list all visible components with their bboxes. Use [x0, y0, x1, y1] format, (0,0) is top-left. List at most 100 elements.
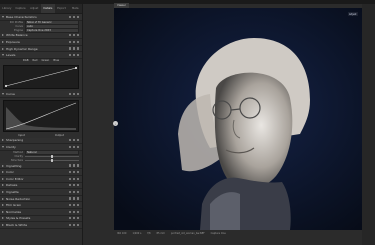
collapse-icon: [2, 217, 4, 220]
section-sharpening[interactable]: Sharpening: [0, 137, 82, 145]
field-label: ICC Profile: [9, 21, 23, 25]
section-color[interactable]: Color: [0, 169, 82, 176]
section-title: Film Grain: [6, 203, 22, 208]
collapse-icon: [2, 184, 4, 187]
section-title: White Balance: [6, 33, 28, 38]
section-title: Styles & Presets: [6, 216, 31, 221]
collapse-panel-button[interactable]: ‹: [113, 121, 118, 126]
tab-meta[interactable]: Meta: [68, 4, 82, 13]
section-title: Exposure: [6, 39, 20, 44]
status-focal: 85 mm: [156, 231, 165, 235]
section-tools: [69, 177, 79, 180]
section-tools: [69, 47, 79, 50]
levels-tab-green[interactable]: Green: [41, 59, 49, 62]
curve-graph[interactable]: [3, 99, 79, 132]
collapse-icon: [2, 139, 4, 142]
section-title: Levels: [6, 53, 16, 58]
status-app: Capture One: [210, 231, 226, 235]
section-tools: [69, 145, 79, 148]
section-hdr[interactable]: High Dynamic Range: [0, 45, 82, 53]
collapse-icon: [2, 197, 4, 200]
section-tools: [69, 217, 79, 220]
section-film-grain[interactable]: Film Grain: [0, 202, 82, 209]
section-styles[interactable]: Styles & Presets: [0, 215, 82, 223]
section-title: Sharpening: [6, 138, 24, 143]
section-exposure[interactable]: Exposure: [0, 39, 82, 46]
slider-track: [25, 159, 79, 163]
section-base[interactable]: Base Characteristics: [0, 14, 82, 21]
section-color-editor[interactable]: Color Editor: [0, 175, 82, 183]
collapse-icon: [2, 210, 4, 213]
levels-graph[interactable]: [3, 64, 79, 89]
tab-adjust[interactable]: Adjust: [27, 4, 41, 13]
status-aperture: f/8: [147, 231, 151, 235]
section-title: Black & White: [6, 222, 28, 227]
section-title: Vignette: [6, 189, 19, 194]
section-black-white[interactable]: Black & White: [0, 222, 82, 229]
section-tools: [69, 164, 79, 167]
section-tools: [69, 53, 79, 57]
section-tools: [69, 139, 79, 142]
section-dehaze[interactable]: Dehaze: [0, 182, 82, 190]
slider-track: [25, 155, 79, 159]
section-tools: [69, 197, 79, 200]
section-clarity[interactable]: Clarity: [0, 144, 82, 151]
section-title: Vignetting: [6, 163, 22, 168]
section-title: Curve: [6, 91, 15, 96]
curve-svg: [5, 102, 77, 130]
status-filename: portrait_old_woman_bw.NEF: [170, 231, 205, 235]
levels-tab-blue[interactable]: Blue: [53, 59, 59, 62]
collapse-icon: [2, 171, 4, 174]
tab-capture[interactable]: Capture: [14, 4, 28, 13]
tab-library[interactable]: Library: [0, 4, 14, 13]
tools-panel: Library Capture Adjust Details Export Me…: [0, 4, 83, 245]
section-vignette[interactable]: Vignette: [0, 189, 82, 196]
section-tools: [69, 170, 79, 174]
section-title: Base Characteristics: [6, 14, 37, 19]
section-tools: [69, 223, 79, 226]
collapse-icon: [2, 223, 4, 226]
section-tools: [69, 92, 79, 95]
field-label: Method: [13, 151, 23, 155]
section-title: Color: [6, 170, 14, 175]
portrait-image: [114, 8, 362, 230]
section-title: Clarity: [6, 144, 16, 149]
levels-tab-red[interactable]: Red: [33, 59, 38, 62]
section-curve[interactable]: Curve: [0, 90, 82, 98]
tab-details[interactable]: Details: [41, 4, 55, 13]
section-title: Color Editor: [6, 176, 24, 181]
tab-export[interactable]: Export: [55, 4, 69, 13]
tool-tabs: Library Capture Adjust Details Export Me…: [0, 4, 82, 14]
status-shutter: 1/200 s: [132, 231, 142, 235]
section-tools: [69, 190, 79, 193]
section-title: Dehaze: [6, 183, 18, 188]
section-normalize[interactable]: Normalize: [0, 208, 82, 216]
section-tools: [69, 184, 79, 187]
section-title: High Dynamic Range: [6, 46, 38, 51]
levels-channel-tabs: RGB Red Green Blue: [0, 59, 82, 63]
section-white-balance[interactable]: White Balance: [0, 32, 82, 40]
section-tools: [69, 203, 79, 207]
section-tools: [69, 210, 79, 213]
field-label: Curve: [15, 25, 23, 29]
levels-svg: [5, 66, 77, 87]
right-toolbar: [362, 4, 375, 245]
expand-icon: [2, 92, 4, 95]
section-vignetting[interactable]: Vignetting: [0, 162, 82, 170]
collapse-icon: [2, 204, 4, 207]
collapse-icon: [2, 34, 4, 37]
collapse-icon: [2, 40, 4, 43]
viewer-mode-badge[interactable]: Adjust: [347, 12, 358, 16]
image-viewer[interactable]: Adjust: [114, 8, 362, 230]
section-title: Noise Reduction: [6, 196, 31, 201]
section-noise[interactable]: Noise Reduction: [0, 195, 82, 203]
collapse-icon: [2, 47, 4, 50]
section-levels[interactable]: Levels: [0, 52, 82, 59]
collapse-icon: [2, 190, 4, 193]
chevron-left-icon: ‹: [114, 121, 117, 126]
status-iso: ISO 100: [117, 231, 127, 235]
levels-tab-rgb[interactable]: RGB: [23, 59, 29, 62]
expand-icon: [2, 15, 4, 18]
collapse-icon: [2, 164, 4, 167]
section-title: Normalize: [6, 209, 22, 214]
